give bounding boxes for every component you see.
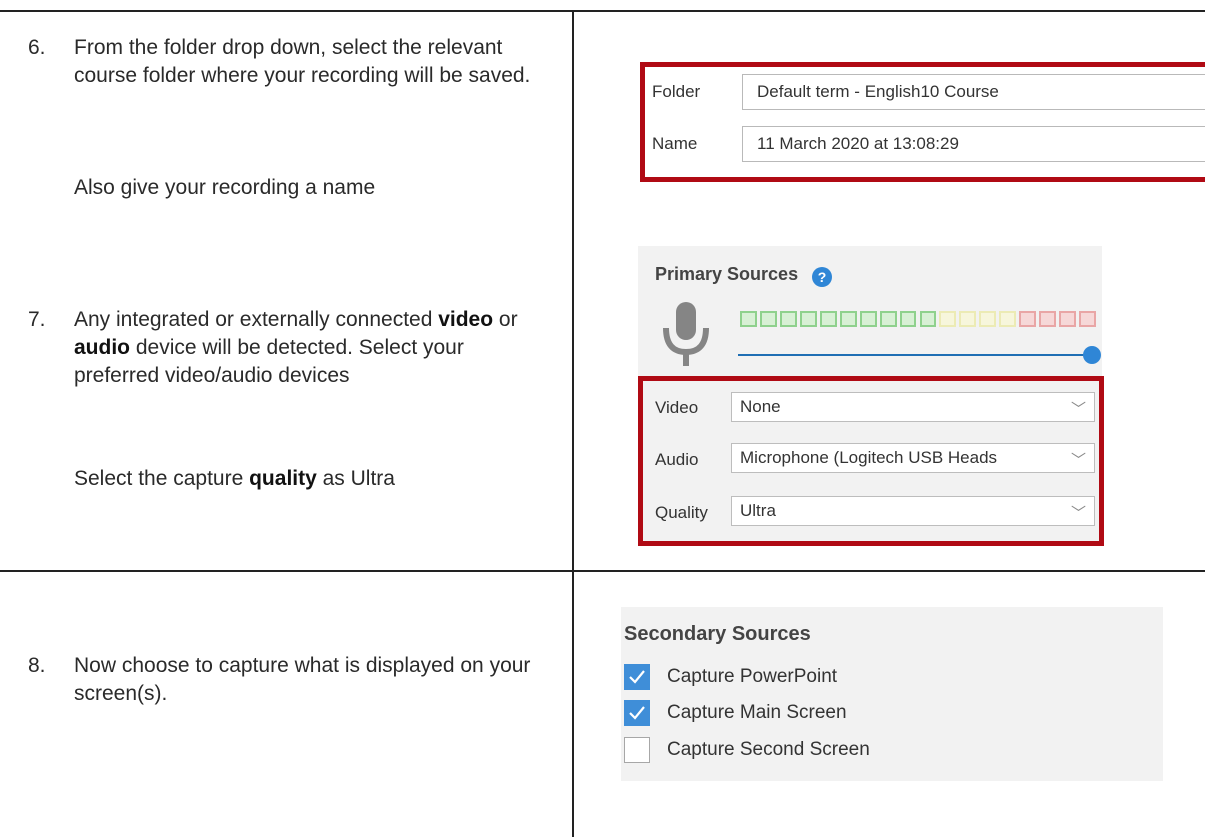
capture-second-screen-checkbox[interactable]: [624, 737, 650, 763]
capture-powerpoint-checkbox[interactable]: [624, 664, 650, 690]
volume-slider-knob[interactable]: [1083, 346, 1101, 364]
meter-segment: [819, 311, 837, 327]
highlight-box: [638, 376, 1104, 546]
meter-segment: [740, 311, 757, 327]
step-text: Now choose to capture what is displayed …: [74, 654, 531, 705]
meter-segment: [1059, 311, 1077, 327]
meter-segment: [939, 311, 957, 327]
table-column-divider: [572, 10, 574, 837]
bold-quality: quality: [249, 467, 317, 490]
step-text: Any integrated or externally connected v…: [74, 308, 518, 387]
meter-segment: [999, 311, 1017, 327]
bold-audio: audio: [74, 336, 130, 359]
capture-main-screen-label[interactable]: Capture Main Screen: [667, 702, 847, 724]
step-subtext: Also give your recording a name: [74, 176, 376, 199]
primary-sources-title: Primary Sources: [655, 264, 799, 284]
volume-slider-track[interactable]: [738, 354, 1088, 356]
microphone-icon: [663, 302, 709, 366]
meter-segment: [979, 311, 997, 327]
step-8: 8. Now choose to capture what is display…: [28, 652, 548, 722]
meter-segment: [919, 311, 937, 327]
checkmark-icon: [629, 670, 645, 684]
step-6: 6. From the folder drop down, select the…: [28, 34, 548, 204]
audio-level-meter: [740, 311, 1096, 327]
step-number: 6.: [28, 36, 46, 59]
capture-second-screen-label[interactable]: Capture Second Screen: [667, 739, 870, 761]
primary-sources-panel: Primary Sources ? Video None ﹀ Audio Mic…: [638, 246, 1104, 546]
step-text: From the folder drop down, select the re…: [74, 36, 531, 87]
table-row-divider: [0, 570, 1205, 572]
bold-video: video: [438, 308, 494, 331]
step-7: 7. Any integrated or externally connecte…: [28, 306, 548, 506]
meter-segment: [959, 311, 977, 327]
meter-segment: [759, 311, 777, 327]
highlight-box: [640, 62, 1205, 182]
checkmark-icon: [629, 706, 645, 720]
meter-segment: [899, 311, 917, 327]
help-icon[interactable]: ?: [812, 267, 832, 287]
meter-segment: [879, 311, 897, 327]
step-number: 8.: [28, 654, 46, 677]
step-number: 7.: [28, 308, 46, 331]
meter-segment: [799, 311, 817, 327]
meter-segment: [839, 311, 857, 327]
folder-name-panel: Folder Default term - English10 Course N…: [640, 62, 1205, 182]
meter-segment: [779, 311, 797, 327]
meter-segment: [1019, 311, 1037, 327]
secondary-sources-title: Secondary Sources: [624, 623, 811, 645]
step-subtext: Select the capture quality as Ultra: [74, 467, 395, 490]
meter-segment: [1039, 311, 1057, 327]
table-top-border: [0, 10, 1205, 12]
meter-segment: [859, 311, 877, 327]
capture-powerpoint-label[interactable]: Capture PowerPoint: [667, 666, 837, 688]
capture-main-screen-checkbox[interactable]: [624, 700, 650, 726]
meter-segment: [1079, 311, 1096, 327]
secondary-sources-panel: Secondary Sources Capture PowerPoint Cap…: [621, 607, 1163, 781]
